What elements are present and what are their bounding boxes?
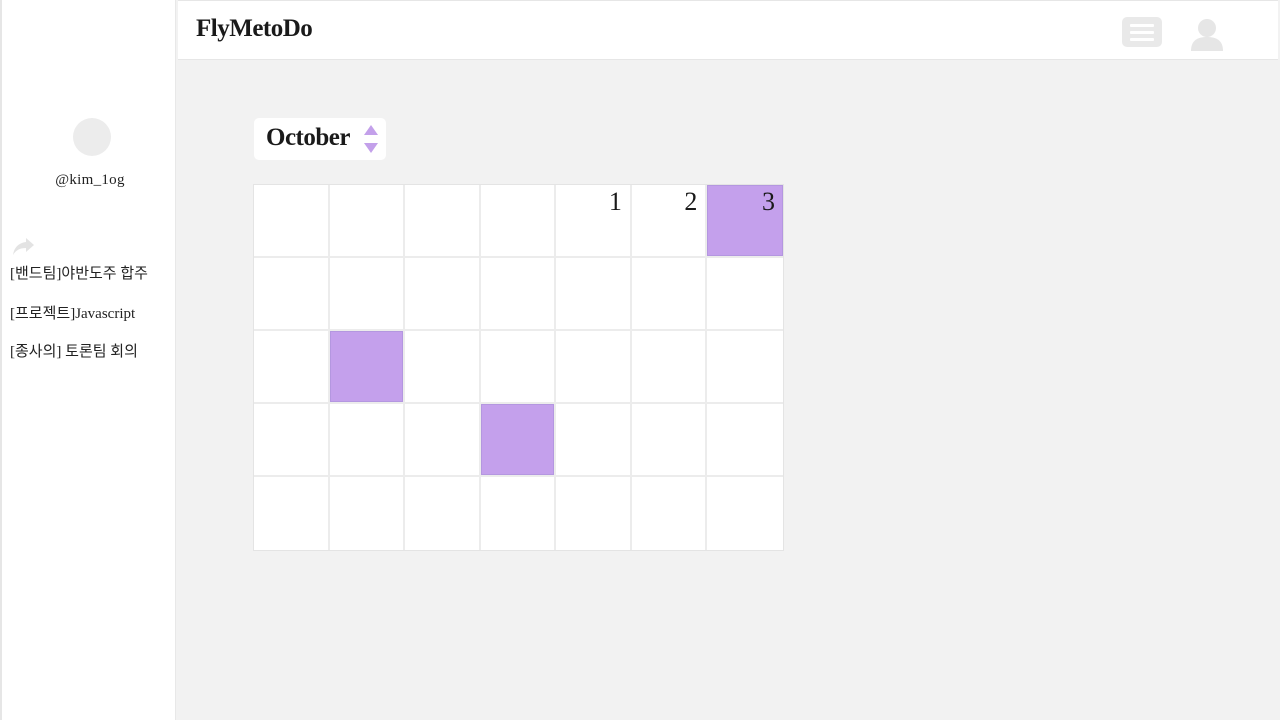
day-number: 3 bbox=[761, 187, 775, 216]
calendar-day-cell[interactable] bbox=[631, 258, 708, 331]
calendar-day-cell[interactable] bbox=[631, 404, 708, 477]
previous-month-arrow-icon[interactable] bbox=[364, 125, 378, 135]
next-month-arrow-icon[interactable] bbox=[364, 143, 378, 153]
month-label: October bbox=[266, 124, 350, 151]
calendar-day-cell[interactable] bbox=[405, 331, 481, 404]
calendar-day-cell[interactable] bbox=[480, 331, 557, 404]
calendar-day-cell[interactable] bbox=[707, 258, 783, 331]
day-number: 2 bbox=[684, 187, 698, 216]
calendar-day-cell[interactable] bbox=[556, 477, 632, 550]
calendar-day-cell[interactable] bbox=[330, 477, 406, 550]
app-logo[interactable]: FlyMetoDo bbox=[196, 15, 313, 43]
calendar-day-cell[interactable] bbox=[405, 404, 481, 477]
calendar-day-cell[interactable] bbox=[480, 404, 557, 477]
calendar-day-cell[interactable] bbox=[254, 258, 330, 331]
calendar-day-cell[interactable] bbox=[405, 477, 481, 550]
project-item[interactable]: [프로젝트]Javascript bbox=[10, 302, 135, 323]
calendar-day-cell[interactable]: 1 bbox=[556, 185, 632, 258]
calendar-day-cell[interactable] bbox=[254, 185, 330, 258]
calendar-day-cell[interactable] bbox=[707, 404, 783, 477]
user-icon[interactable] bbox=[1188, 17, 1226, 51]
calendar-day-cell[interactable] bbox=[405, 258, 481, 331]
calendar-day-cell[interactable] bbox=[329, 185, 406, 258]
calendar-day-cell[interactable] bbox=[329, 258, 406, 331]
share-icon[interactable] bbox=[12, 236, 36, 256]
calendar-day-cell[interactable] bbox=[707, 331, 783, 404]
calendar-day-cell[interactable] bbox=[556, 258, 632, 331]
sidebar: @kim_1og [밴드팀]야반도주 합주 [프로젝트]Javascript [… bbox=[0, 0, 176, 720]
calendar-day-cell[interactable] bbox=[329, 404, 406, 477]
username: @kim_1og bbox=[55, 172, 125, 188]
calendar-day-cell[interactable] bbox=[254, 404, 330, 477]
calendar-day-cell[interactable] bbox=[254, 477, 330, 550]
calendar-day-cell[interactable]: 2 bbox=[631, 185, 708, 258]
day-number: 1 bbox=[608, 187, 622, 216]
calendar-grid: 1 2 3 bbox=[253, 184, 784, 551]
calendar-day-cell[interactable] bbox=[707, 477, 783, 550]
calendar-day-cell[interactable] bbox=[632, 477, 708, 550]
month-selector[interactable]: October bbox=[254, 118, 386, 160]
calendar-day-cell[interactable]: 3 bbox=[707, 185, 783, 258]
header: FlyMetoDo bbox=[178, 0, 1278, 60]
project-item[interactable]: [종사의] 토론팀 회의 bbox=[10, 340, 138, 361]
calendar-day-cell[interactable] bbox=[631, 331, 708, 404]
calendar-day-cell[interactable] bbox=[556, 404, 632, 477]
calendar-day-cell[interactable] bbox=[254, 331, 330, 404]
calendar-day-cell[interactable] bbox=[480, 258, 557, 331]
calendar-day-cell[interactable] bbox=[405, 185, 481, 258]
calendar-day-cell[interactable] bbox=[481, 477, 557, 550]
project-item[interactable]: [밴드팀]야반도주 합주 bbox=[10, 262, 148, 283]
calendar-day-cell[interactable] bbox=[556, 331, 632, 404]
calendar-day-cell[interactable] bbox=[329, 331, 406, 404]
menu-icon[interactable] bbox=[1122, 17, 1162, 47]
calendar-day-cell[interactable] bbox=[480, 185, 557, 258]
avatar[interactable] bbox=[73, 118, 111, 156]
